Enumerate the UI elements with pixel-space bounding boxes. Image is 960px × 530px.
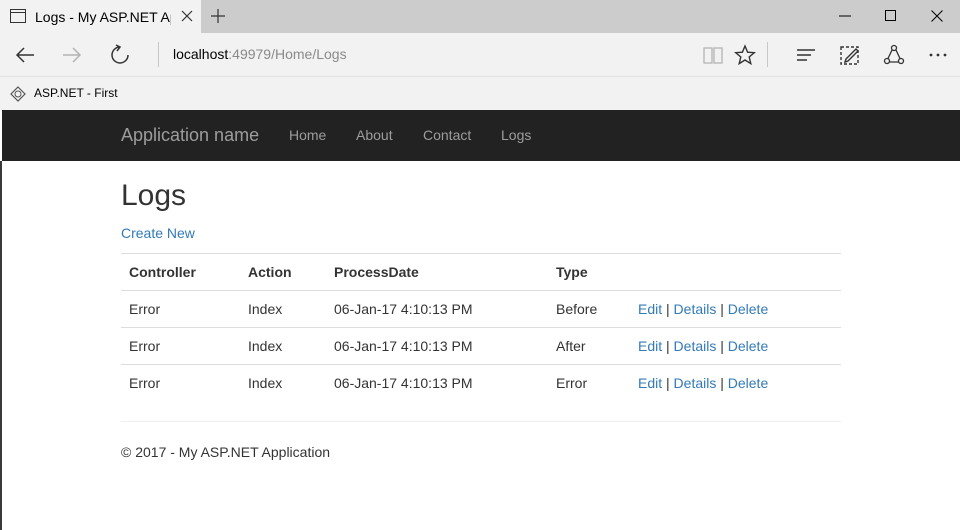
hub-button[interactable] xyxy=(783,33,827,76)
browser-toolbar: localhost:49979/Home/Logs xyxy=(0,33,960,76)
close-window-button[interactable] xyxy=(914,0,960,33)
ellipsis-icon xyxy=(929,53,947,57)
edit-link[interactable]: Edit xyxy=(638,301,662,317)
cell-controller: Error xyxy=(121,327,240,365)
address-bar[interactable]: localhost:49979/Home/Logs xyxy=(173,46,347,63)
footer-text: © 2017 - My ASP.NET Application xyxy=(121,444,331,460)
address-divider xyxy=(158,42,159,67)
hub-icon xyxy=(797,49,815,61)
page-title: Logs xyxy=(121,179,187,212)
close-tab-icon[interactable] xyxy=(180,9,194,23)
aspnet-favicon-icon xyxy=(10,86,26,102)
separator: | xyxy=(720,338,724,354)
share-icon xyxy=(883,44,905,65)
footer-divider xyxy=(121,421,841,422)
forward-button[interactable] xyxy=(49,33,93,76)
close-icon xyxy=(931,10,943,22)
cell-row-actions: Edit | Details | Delete xyxy=(630,364,841,401)
separator: | xyxy=(720,301,724,317)
cell-row-actions: Edit | Details | Delete xyxy=(630,327,841,365)
details-link[interactable]: Details xyxy=(674,301,717,317)
minimize-button[interactable] xyxy=(822,0,868,33)
favorites-bar: ASP.NET - First xyxy=(0,76,960,110)
column-header-type: Type xyxy=(548,253,630,291)
create-new-link[interactable]: Create New xyxy=(121,225,195,241)
cell-processdate: 06-Jan-17 4:10:13 PM xyxy=(326,290,548,328)
site-navbar: Application name Home About Contact Logs xyxy=(2,110,960,161)
web-note-icon xyxy=(840,46,859,65)
separator: | xyxy=(720,375,724,391)
share-button[interactable] xyxy=(871,33,915,76)
maximize-icon xyxy=(885,10,896,21)
cell-type: After xyxy=(548,327,630,365)
separator: | xyxy=(666,301,670,317)
edit-link[interactable]: Edit xyxy=(638,338,662,354)
cell-controller: Error xyxy=(121,290,240,328)
more-button[interactable] xyxy=(915,33,959,76)
table-row: Error Index 06-Jan-17 4:10:13 PM Before … xyxy=(121,290,841,328)
details-link[interactable]: Details xyxy=(674,338,717,354)
refresh-button[interactable] xyxy=(97,33,141,76)
delete-link[interactable]: Delete xyxy=(728,301,768,317)
column-header-actions xyxy=(630,253,841,291)
web-note-button[interactable] xyxy=(827,33,871,76)
tab-title: Logs - My ASP.NET App xyxy=(35,9,171,25)
column-header-controller: Controller xyxy=(121,253,240,291)
browser-tab-active[interactable]: Logs - My ASP.NET App xyxy=(0,0,201,33)
table-header-row: Controller Action ProcessDate Type xyxy=(121,253,841,291)
cell-row-actions: Edit | Details | Delete xyxy=(630,290,841,328)
logs-table: Controller Action ProcessDate Type Error… xyxy=(121,253,841,401)
refresh-icon xyxy=(111,44,129,64)
maximize-button[interactable] xyxy=(868,0,914,33)
book-icon xyxy=(703,47,723,64)
edit-link[interactable]: Edit xyxy=(638,375,662,391)
cell-action: Index xyxy=(240,364,326,401)
browser-tab-strip: Logs - My ASP.NET App xyxy=(0,0,960,33)
nav-logs[interactable]: Logs xyxy=(501,127,531,143)
cell-processdate: 06-Jan-17 4:10:13 PM xyxy=(326,364,548,401)
favorite-button[interactable] xyxy=(722,33,766,76)
forward-arrow-icon xyxy=(63,47,82,63)
favorite-link[interactable]: ASP.NET - First xyxy=(34,86,118,101)
cell-processdate: 06-Jan-17 4:10:13 PM xyxy=(326,327,548,365)
cell-type: Error xyxy=(548,364,630,401)
column-header-processdate: ProcessDate xyxy=(326,253,548,291)
cell-action: Index xyxy=(240,327,326,365)
back-arrow-icon xyxy=(15,47,34,63)
column-header-action: Action xyxy=(240,253,326,291)
table-row: Error Index 06-Jan-17 4:10:13 PM After E… xyxy=(121,327,841,365)
minimize-icon xyxy=(839,15,851,17)
new-tab-icon[interactable] xyxy=(210,8,226,24)
star-icon xyxy=(734,44,756,66)
separator: | xyxy=(666,375,670,391)
back-button[interactable] xyxy=(2,33,46,76)
cell-type: Before xyxy=(548,290,630,328)
nav-home[interactable]: Home xyxy=(289,127,326,143)
nav-about[interactable]: About xyxy=(356,127,393,143)
address-path: :49979/Home/Logs xyxy=(228,46,347,62)
delete-link[interactable]: Delete xyxy=(728,338,768,354)
page-icon xyxy=(10,9,26,23)
delete-link[interactable]: Delete xyxy=(728,375,768,391)
brand-link[interactable]: Application name xyxy=(121,125,259,145)
address-host: localhost xyxy=(173,46,229,62)
toolbar-divider xyxy=(767,42,768,67)
separator: | xyxy=(666,338,670,354)
cell-controller: Error xyxy=(121,364,240,401)
nav-contact[interactable]: Contact xyxy=(423,127,471,143)
details-link[interactable]: Details xyxy=(674,375,717,391)
table-row: Error Index 06-Jan-17 4:10:13 PM Error E… xyxy=(121,364,841,401)
window-edge xyxy=(0,161,2,530)
cell-action: Index xyxy=(240,290,326,328)
